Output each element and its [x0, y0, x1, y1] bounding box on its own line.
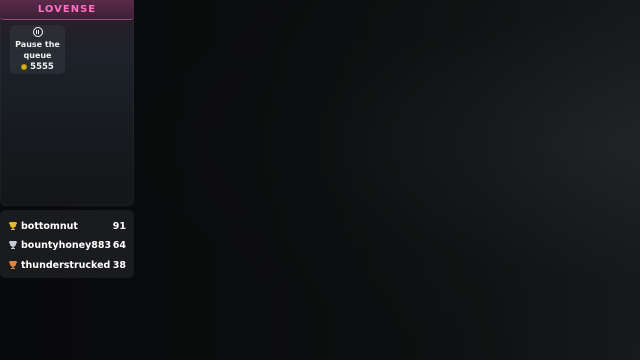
lovense-panel: LOVENSE Pause the queue 5555	[0, 0, 134, 206]
leaderboard-username: thunderstrucked	[21, 259, 111, 271]
stream-player: LOVENSE Pause the queue 5555 bottomnut 9…	[0, 0, 640, 360]
leaderboard-row[interactable]: thunderstrucked 38	[8, 257, 126, 273]
pause-queue-price-value: 5555	[30, 62, 54, 72]
leaderboard-score: 64	[112, 239, 126, 251]
leaderboard-row[interactable]: bottomnut 91	[8, 218, 126, 234]
pause-queue-label: Pause the queue	[15, 40, 60, 60]
lovense-logo: LOVENSE	[37, 4, 97, 15]
leaderboard-score: 38	[112, 259, 126, 271]
leaderboard-score: 91	[112, 220, 126, 232]
pause-queue-price: 5555	[21, 62, 54, 72]
trophy-icon	[9, 261, 17, 269]
leaderboard-row[interactable]: bountyhoney883 64	[8, 237, 126, 253]
leaderboard-username: bottomnut	[21, 220, 78, 232]
tipper-leaderboard: bottomnut 91 bountyhoney883 64 thunderst…	[0, 210, 134, 278]
trophy-icon	[9, 222, 17, 230]
lovense-header: LOVENSE	[0, 0, 134, 20]
pause-queue-button[interactable]: Pause the queue 5555	[10, 25, 65, 74]
video-area[interactable]	[134, 0, 640, 360]
trophy-icon	[9, 241, 17, 249]
token-coin-icon	[21, 64, 28, 70]
pause-circle-icon	[32, 27, 43, 37]
leaderboard-username: bountyhoney883	[21, 239, 112, 251]
